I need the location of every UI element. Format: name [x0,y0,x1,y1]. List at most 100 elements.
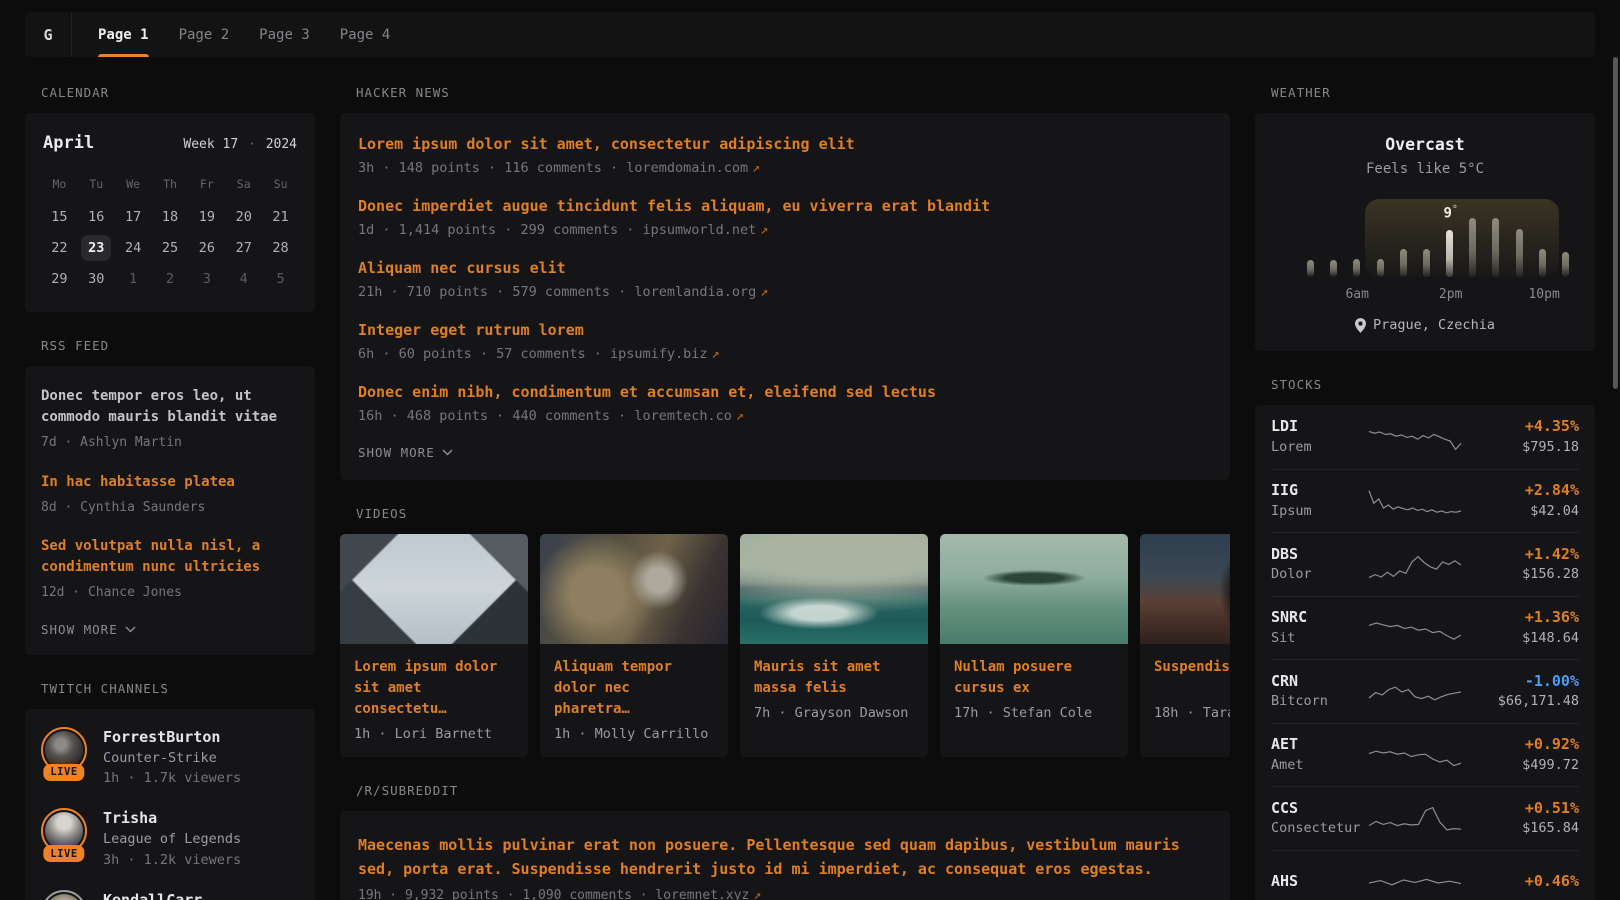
calendar-day-number: 3 [192,266,222,292]
stock-left: AETAmet [1271,734,1363,775]
calendar-day-number: 30 [81,266,111,292]
weather-widget: WEATHER Overcast Feels like 5°C 9° 6am2p… [1255,85,1595,351]
rss-item-meta: 12d · Chance Jones [41,583,299,603]
chevron-down-icon [125,626,136,633]
video-meta: 1h · Molly Carrillo [554,726,714,742]
stock-name: Amet [1271,756,1363,776]
calendar-day-number: 19 [192,204,222,230]
video-card[interactable]: Aliquam tempor dolor nec pharetra…1h · M… [540,534,728,757]
hackernews-item-title[interactable]: Lorem ipsum dolor sit amet, consectetur … [358,135,1212,153]
weather-temp-bar [1539,249,1546,277]
stock-name: Dolor [1271,565,1363,585]
stock-symbol: DBS [1271,544,1363,566]
stock-row[interactable]: CCSConsectetur+0.51%$165.84 [1271,786,1579,850]
calendar-day-number: 27 [229,235,259,261]
rss-item-title[interactable]: Donec tempor eros leo, ut commodo mauris… [41,386,299,428]
twitch-channel-viewers: 1h · 1.7k viewers [103,768,241,789]
twitch-channel-info: TrishaLeague of Legends3h · 1.2k viewers [103,808,241,871]
tab-page-1[interactable]: Page 1 [98,12,149,57]
stock-sparkline [1367,800,1463,836]
stock-price: $156.28 [1467,565,1579,585]
hackernews-item-title[interactable]: Donec enim nibh, condimentum et accumsan… [358,383,1212,401]
stock-row[interactable]: IIGIpsum+2.84%$42.04 [1271,469,1579,533]
video-card[interactable]: Mauris sit amet massa felis7h · Grayson … [740,534,928,757]
stock-change: +0.92% [1467,734,1579,756]
stock-row[interactable]: CRNBitcorn-1.00%$66,171.48 [1271,659,1579,723]
twitch-channel-row[interactable]: KendallCarr [41,890,299,900]
hackernews-item-title[interactable]: Aliquam nec cursus elit [358,259,1212,277]
stock-symbol: IIG [1271,480,1363,502]
hackernews-show-more-button[interactable]: SHOW MORE [358,445,1212,460]
rss-card: Donec tempor eros leo, ut commodo mauris… [25,366,315,655]
weather-time-label: 6am [1345,287,1368,302]
calendar-day: 26 [188,232,225,263]
video-card[interactable]: Lorem ipsum dolor sit amet consectetu…1h… [340,534,528,757]
hackernews-item-title[interactable]: Donec imperdiet augue tincidunt felis al… [358,197,1212,215]
video-title: Nullam posuere cursus ex [954,657,1114,699]
videos-strip: Lorem ipsum dolor sit amet consectetu…1h… [340,534,1230,757]
hackernews-item-title[interactable]: Integer eget rutrum lorem [358,321,1212,339]
hackernews-widget: HACKER NEWS Lorem ipsum dolor sit amet, … [340,85,1230,480]
calendar-day-number: 16 [81,204,111,230]
external-link-icon: ↗ [756,222,768,238]
tab-page-3[interactable]: Page 3 [259,12,310,57]
stock-sparkline [1367,419,1463,455]
video-title: Mauris sit amet massa felis [754,657,914,699]
right-column: WEATHER Overcast Feels like 5°C 9° 6am2p… [1255,85,1595,900]
tab-page-2[interactable]: Page 2 [179,12,230,57]
hackernews-item: Aliquam nec cursus elit 21h · 710 points … [358,259,1212,300]
scrollbar-thumb[interactable] [1613,57,1618,389]
video-meta: 17h · Stefan Cole [954,705,1114,721]
rss-item-title[interactable]: In hac habitasse platea [41,472,299,493]
hackernews-item-meta: 21h · 710 points · 579 comments · loreml… [358,284,1212,300]
video-card[interactable]: Nullam posuere cursus ex 17h · Stefan Col… [940,534,1128,757]
stock-change: +4.35% [1467,416,1579,438]
twitch-channel-row[interactable]: LIVE TrishaLeague of Legends3h · 1.2k vie… [41,808,299,871]
twitch-channel-name: KendallCarr [103,890,202,900]
subreddit-section-label: /R/SUBREDDIT [356,783,1230,798]
calendar-dow-mo: Mo [41,169,78,201]
stock-row[interactable]: SNRCSit+1.36%$148.64 [1271,596,1579,660]
twitch-channel-row[interactable]: LIVEForrestBurtonCounter-Strike1h · 1.7k… [41,727,299,790]
stock-values: +0.92%$499.72 [1467,734,1579,775]
calendar-day-number: 17 [118,204,148,230]
stock-row[interactable]: AETAmet +0.92%$499.72 [1271,723,1579,787]
stock-spark-cell [1363,546,1467,582]
hackernews-card: Lorem ipsum dolor sit amet, consectetur … [340,113,1230,480]
stock-symbol: LDI [1271,416,1363,438]
stock-name: Ipsum [1271,502,1363,522]
stock-price: $165.84 [1467,819,1579,839]
app-logo[interactable]: G [25,12,72,57]
stock-spark-cell [1363,800,1467,836]
calendar-dow-sa: Sa [225,169,262,201]
rss-item-title[interactable]: Sed volutpat nulla nisl, a condimentum n… [41,536,299,578]
calendar-day: 4 [225,263,262,294]
calendar-card: April Week 17 · 2024 MoTuWeThFrSaSu15161… [25,113,315,312]
stock-values: +1.36%$148.64 [1467,607,1579,648]
subreddit-item-title[interactable]: Maecenas mollis pulvinar erat non posuer… [358,833,1212,881]
calendar-day: 5 [262,263,299,294]
calendar-dow-th: Th [152,169,189,201]
stock-row[interactable]: AHS+0.46% [1271,850,1579,900]
twitch-channel-name: ForrestBurton [103,727,241,748]
weather-temp-bar [1400,249,1407,277]
calendar-dow-tu: Tu [78,169,115,201]
rss-item: Donec tempor eros leo, ut commodo mauris… [41,386,299,453]
stock-spark-cell [1363,864,1467,900]
videos-widget: VIDEOS Lorem ipsum dolor sit amet consec… [340,506,1230,757]
twitch-avatar-wrap: LIVE [41,808,87,860]
current-temp-label: 9° [1443,204,1457,222]
twitch-channel-info: KendallCarr [103,890,202,900]
video-card[interactable]: Suspendisse diam18h · Tara [1140,534,1230,757]
calendar-dow-su: Su [262,169,299,201]
rss-show-more-button[interactable]: SHOW MORE [41,622,299,637]
stock-price: $148.64 [1467,629,1579,649]
calendar-widget: CALENDAR April Week 17 · 2024 MoTuWeThFr… [25,85,315,312]
videos-section-label: VIDEOS [356,506,1230,521]
tab-page-4[interactable]: Page 4 [340,12,391,57]
stock-row[interactable]: DBSDolor+1.42%$156.28 [1271,532,1579,596]
stock-symbol: CCS [1271,798,1363,820]
stock-row[interactable]: LDILorem+4.35%$795.18 [1271,405,1579,469]
video-card-body: Mauris sit amet massa felis7h · Grayson … [740,644,928,736]
stocks-section-label: STOCKS [1271,377,1595,392]
